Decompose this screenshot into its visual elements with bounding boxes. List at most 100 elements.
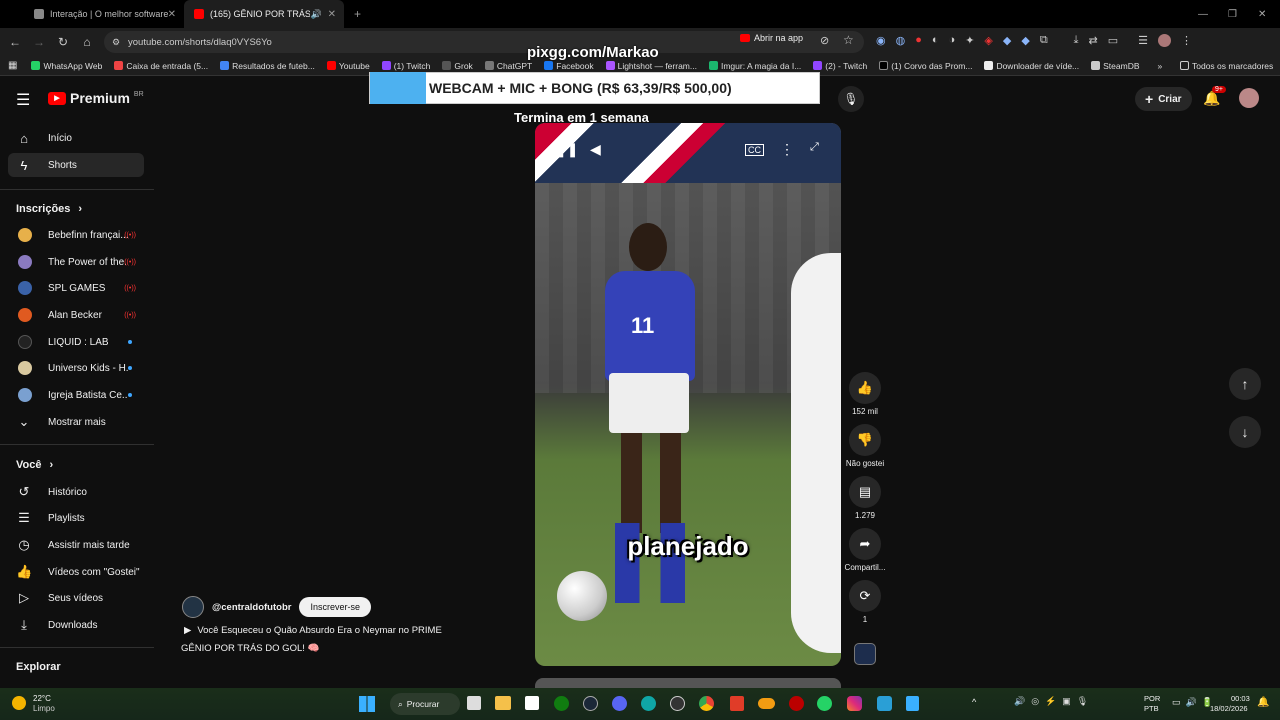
previous-short-button[interactable]: ↑ — [1229, 368, 1261, 400]
sidebar-item-downloads[interactable]: ⤓ Downloads — [8, 613, 144, 637]
menu-list-icon[interactable]: ☰ — [1138, 34, 1148, 47]
store-icon[interactable] — [525, 696, 539, 710]
profile-avatar[interactable] — [1158, 34, 1172, 47]
new-tab-icon[interactable]: + — [354, 7, 361, 21]
extension-icon[interactable]: ◐ — [932, 34, 939, 47]
bookmark-star-icon[interactable]: ☆ — [843, 33, 854, 47]
xbox-icon[interactable] — [554, 696, 569, 711]
site-info-icon[interactable]: ⚙ — [112, 37, 120, 48]
bookmark-downloader[interactable]: Downloader de víde... — [984, 61, 1079, 71]
like-action[interactable]: 👍 152 mil — [843, 372, 887, 416]
keyboard-layout-label[interactable]: PTB — [1144, 704, 1159, 713]
bookmark-youtube[interactable]: Youtube — [326, 61, 370, 71]
pause-icon[interactable]: ❚❚ — [555, 141, 578, 158]
fullscreen-icon[interactable]: ⤢ — [810, 141, 819, 154]
apps-grid-icon[interactable]: ▦ — [8, 60, 17, 71]
extension-icon[interactable]: ◉ — [876, 34, 886, 47]
sidebar-item-watch-later[interactable]: ◷ Assistir mais tarde — [8, 533, 144, 557]
minimize-icon[interactable]: — — [1198, 9, 1208, 20]
home-icon[interactable]: ⌂ — [75, 35, 99, 49]
sidebar-sub-item[interactable]: Universo Kids - H... — [8, 356, 144, 380]
bookmark-facebook[interactable]: Facebook — [544, 61, 594, 71]
open-in-app-button[interactable]: Abrir na app — [740, 33, 803, 43]
record-icon[interactable] — [789, 696, 804, 711]
remix-action[interactable]: ⟳ 1 — [843, 580, 887, 624]
edge-icon[interactable] — [641, 696, 656, 711]
task-view-icon[interactable] — [467, 696, 481, 710]
sidebar-item-history[interactable]: ↺ Histórico — [8, 480, 144, 504]
language-label[interactable]: POR — [1144, 694, 1160, 703]
bookmark-chatgpt[interactable]: ChatGPT — [484, 61, 532, 71]
bookmark-grok[interactable]: Grok — [442, 61, 473, 71]
whatsapp-icon[interactable] — [817, 696, 832, 711]
weather-icon[interactable] — [12, 696, 26, 710]
create-button[interactable]: + Criar — [1135, 87, 1192, 111]
share-action[interactable]: ➦ Compartil... — [843, 528, 887, 572]
close-icon[interactable]: ✕ — [328, 9, 336, 20]
bookmark-whatsapp[interactable]: WhatsApp Web — [31, 61, 102, 71]
youtube-premium-logo[interactable]: ▶ Premium BR — [48, 90, 144, 106]
bookmark-lightshot[interactable]: Lightshot — ferram... — [605, 61, 697, 71]
kebab-menu-icon[interactable]: ⋮ — [1181, 34, 1192, 47]
sidebar-sub-item[interactable]: Bebefinn françai... ((•)) — [8, 223, 144, 247]
chrome-icon[interactable] — [699, 696, 714, 711]
sidebar-sub-item[interactable]: SPL GAMES ((•)) — [8, 276, 144, 300]
hide-icon[interactable]: ⊘ — [820, 34, 829, 47]
back-icon[interactable]: ← — [3, 35, 27, 49]
sidebar-item-your-videos[interactable]: ▷ Seus vídeos — [8, 586, 144, 610]
bookmark-x[interactable]: (1) Corvo das Prom... — [879, 61, 972, 71]
obs-icon[interactable] — [670, 696, 685, 711]
bookmark-futebol[interactable]: Resultados de futeb... — [220, 61, 315, 71]
notification-center-icon[interactable]: 🔔 — [1257, 697, 1269, 708]
bookmark-steamdb[interactable]: SteamDB — [1091, 61, 1140, 71]
restore-icon[interactable]: ❐ — [1228, 9, 1237, 20]
audio-icon[interactable]: 🔊 — [311, 9, 322, 20]
discord-icon[interactable] — [612, 696, 627, 711]
show-more-button[interactable]: ⌄ Mostrar mais — [8, 410, 144, 434]
tray-chevron-icon[interactable]: ^ — [972, 697, 976, 707]
tab-youtube[interactable]: (165) GÊNIO POR TRÁS DO 🔊 ✕ — [184, 0, 344, 28]
tab-interacao[interactable]: Interação | O melhor software p ✕ — [24, 0, 184, 28]
account-avatar[interactable] — [1239, 88, 1259, 108]
sidebar-item-shorts[interactable]: ϟ Shorts — [8, 153, 144, 177]
reload-icon[interactable]: ↻ — [51, 35, 75, 49]
microphone-icon[interactable]: 🎙 — [838, 86, 864, 112]
dislike-action[interactable]: 👎 Não gostei — [843, 424, 887, 468]
steam-icon[interactable] — [583, 696, 598, 711]
extension-icon[interactable]: ◆ — [1003, 34, 1011, 47]
notifications-button[interactable]: 🔔 9+ — [1203, 86, 1226, 107]
channel-avatar[interactable] — [182, 596, 204, 618]
instagram-icon[interactable] — [847, 696, 862, 711]
cast-icon[interactable]: ▭ — [1108, 34, 1118, 47]
shorts-video-player[interactable]: 11 planejado ❚❚ ◀ CC ⋮ ⤢ — [535, 123, 841, 666]
extension-icon[interactable]: ◍ — [896, 34, 906, 47]
translate-icon[interactable]: ⇄ — [1089, 34, 1098, 47]
teams-icon[interactable] — [877, 696, 892, 711]
taskbar-search[interactable]: ⌕ Procurar — [390, 693, 460, 715]
sidebar-sub-item[interactable]: Igreja Batista Ce... — [8, 383, 144, 407]
download-icon[interactable]: ⤓ — [1074, 34, 1079, 47]
extension-icon[interactable]: ◆ — [1021, 34, 1029, 47]
subscriptions-heading[interactable]: Inscrições › — [16, 203, 82, 215]
more-bookmarks-icon[interactable]: » — [1158, 61, 1163, 71]
windows-start-icon[interactable] — [359, 696, 375, 712]
notepad-icon[interactable] — [906, 696, 919, 711]
you-heading[interactable]: Você › — [16, 459, 53, 471]
puzzle-icon[interactable]: ⧉ — [1040, 34, 1048, 47]
hamburger-menu-icon[interactable]: ☰ — [16, 90, 30, 110]
extension-icon[interactable]: ◑ — [949, 34, 956, 47]
file-explorer-icon[interactable] — [495, 696, 511, 710]
bookmark-twitch-2[interactable]: (2) - Twitch — [813, 61, 867, 71]
comments-action[interactable]: ▤ 1.279 — [843, 476, 887, 520]
more-options-icon[interactable]: ⋮ — [780, 141, 794, 158]
bookmark-imgur[interactable]: Imgur: A magia da I... — [708, 61, 801, 71]
sidebar-sub-item[interactable]: LIQUID : LAB — [8, 330, 144, 354]
sidebar-item-liked[interactable]: 👍 Vídeos com "Gostei" — [8, 560, 144, 584]
close-icon[interactable]: ✕ — [168, 9, 176, 20]
sidebar-item-home[interactable]: ⌂ Início — [8, 126, 144, 150]
sound-channel-avatar[interactable] — [854, 643, 876, 665]
bookmark-gmail[interactable]: Caixa de entrada (5... — [114, 61, 208, 71]
forward-icon[interactable]: → — [27, 35, 51, 49]
next-short-button[interactable]: ↓ — [1229, 416, 1261, 448]
volume-icon[interactable]: ◀ — [590, 141, 601, 158]
